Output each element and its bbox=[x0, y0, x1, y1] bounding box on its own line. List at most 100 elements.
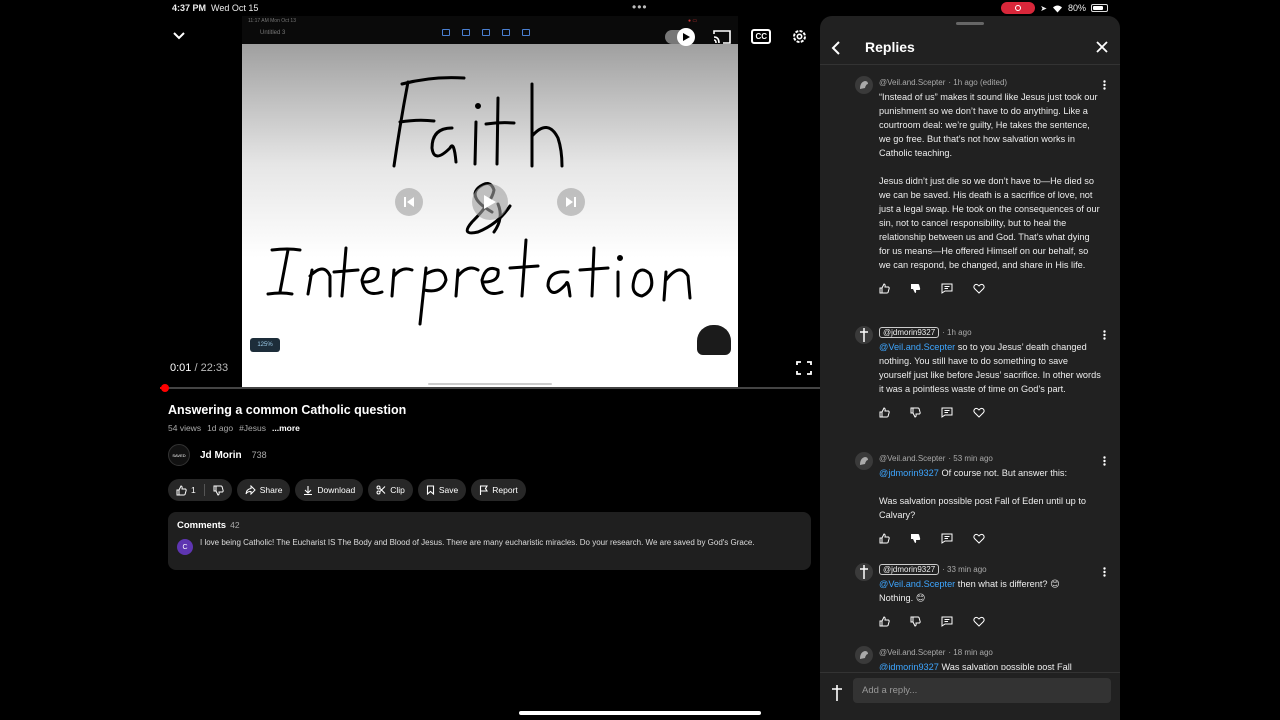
reply-avatar-cross[interactable] bbox=[855, 563, 873, 581]
replies-header: Replies bbox=[820, 34, 1120, 64]
recorded-indicator: ● ▭ bbox=[688, 18, 698, 24]
reply-time: · 18 min ago bbox=[948, 647, 993, 657]
status-bar: 4:37 PM Wed Oct 15 ••• ➤ 80% bbox=[0, 0, 1280, 16]
download-button[interactable]: Download bbox=[295, 479, 364, 501]
heart-icon[interactable] bbox=[973, 616, 985, 627]
close-icon bbox=[1096, 41, 1108, 53]
settings-gear-icon[interactable] bbox=[791, 28, 808, 45]
previous-button[interactable] bbox=[395, 188, 423, 216]
channel-name[interactable]: Jd Morin bbox=[200, 450, 242, 461]
thumbs-down-filled-icon[interactable] bbox=[910, 283, 921, 294]
reply-input[interactable] bbox=[853, 678, 1111, 703]
top-comment[interactable]: C I love being Catholic! The Eucharist I… bbox=[177, 536, 802, 555]
reply-avatar-cross[interactable] bbox=[855, 326, 873, 344]
mention-link[interactable]: @Veil.and.Scepter bbox=[879, 342, 955, 352]
channel-avatar[interactable]: SAVED bbox=[168, 444, 190, 466]
screen-recording-icon[interactable] bbox=[1001, 2, 1036, 14]
thumbs-down-icon[interactable] bbox=[910, 407, 921, 418]
video-player[interactable]: 11:17 AM Mon Oct 13 ● ▭ Untitled 3 125% … bbox=[160, 16, 820, 392]
reply-author[interactable]: @jdmorin9327 bbox=[879, 563, 940, 575]
video-meta[interactable]: 54 views 1d ago #Jesus ...more bbox=[168, 423, 300, 433]
thumbs-up-icon[interactable] bbox=[879, 532, 890, 544]
reply-list[interactable]: @Veil.and.Scepter · 1h ago (edited) “Inst… bbox=[820, 72, 1120, 670]
thumbs-up-icon[interactable] bbox=[879, 406, 890, 418]
reply-meta: @Veil.and.Scepter · 18 min ago bbox=[879, 646, 1110, 658]
heart-icon[interactable] bbox=[973, 283, 985, 294]
reply-actions bbox=[879, 531, 1110, 545]
more-options-icon[interactable] bbox=[1103, 567, 1106, 577]
action-row: 1 Share Download Clip Save Report bbox=[168, 479, 526, 501]
video-title: Answering a common Catholic question bbox=[168, 403, 407, 417]
my-avatar-cross-icon bbox=[832, 685, 842, 701]
play-icon bbox=[484, 195, 496, 209]
thumbs-up-icon[interactable] bbox=[176, 484, 187, 496]
heart-icon[interactable] bbox=[973, 407, 985, 418]
close-button[interactable] bbox=[1096, 40, 1108, 58]
like-dislike-button[interactable]: 1 bbox=[168, 479, 232, 501]
reply-author[interactable]: @Veil.and.Scepter bbox=[879, 78, 945, 87]
reply-item: @Veil.and.Scepter · 1h ago (edited) “Inst… bbox=[820, 72, 1120, 322]
autoplay-toggle[interactable] bbox=[665, 27, 696, 46]
thumbs-down-icon[interactable] bbox=[213, 485, 224, 496]
mention-link[interactable]: @Veil.and.Scepter bbox=[879, 579, 955, 589]
reply-avatar-bird[interactable] bbox=[855, 452, 873, 470]
reply-actions bbox=[879, 614, 1110, 628]
reply-text: @Veil.and.Scepter so to you Jesus’ death… bbox=[879, 342, 1101, 394]
recorded-pencil-button bbox=[697, 325, 731, 355]
replies-title: Replies bbox=[865, 39, 915, 55]
progress-bar[interactable] bbox=[160, 384, 820, 392]
drag-handle[interactable] bbox=[956, 22, 984, 25]
reply-time: · 33 min ago bbox=[942, 564, 987, 574]
multitasking-dots-icon[interactable]: ••• bbox=[632, 0, 648, 14]
reply-comment-icon[interactable] bbox=[941, 533, 953, 544]
next-button[interactable] bbox=[557, 188, 585, 216]
cast-icon[interactable] bbox=[713, 29, 732, 44]
reply-text: @jdmorin9327 Of course not. But answer t… bbox=[879, 468, 1087, 520]
captions-button[interactable]: CC bbox=[751, 29, 771, 44]
home-indicator[interactable] bbox=[519, 711, 761, 715]
thumbs-up-icon[interactable] bbox=[879, 282, 890, 294]
reply-avatar-bird[interactable] bbox=[855, 76, 873, 94]
reply-comment-icon[interactable] bbox=[941, 407, 953, 418]
recorded-app-topbar: 11:17 AM Mon Oct 13 ● ▭ Untitled 3 bbox=[242, 16, 738, 44]
clip-button[interactable]: Clip bbox=[368, 479, 413, 501]
like-count: 1 bbox=[191, 485, 196, 495]
scissors-icon bbox=[376, 485, 386, 495]
mention-link[interactable]: @jdmorin9327 bbox=[879, 662, 939, 670]
reply-author[interactable]: @Veil.and.Scepter bbox=[879, 648, 945, 657]
more-link[interactable]: ...more bbox=[272, 423, 300, 433]
mention-link[interactable]: @jdmorin9327 bbox=[879, 468, 939, 478]
comments-preview[interactable]: Comments 42 C I love being Catholic! The … bbox=[168, 512, 811, 570]
reply-text: @Veil.and.Scepter then what is different… bbox=[879, 579, 1060, 603]
zoom-indicator: 125% bbox=[250, 338, 280, 352]
save-button[interactable]: Save bbox=[417, 479, 467, 501]
status-time: 4:37 PM Wed Oct 15 bbox=[172, 3, 259, 13]
reply-time: · 1h ago bbox=[942, 327, 972, 337]
hashtag-link[interactable]: #Jesus bbox=[239, 423, 266, 433]
reply-comment-icon[interactable] bbox=[941, 283, 953, 294]
thumbs-down-icon[interactable] bbox=[910, 616, 921, 627]
reply-author[interactable]: @Veil.and.Scepter bbox=[879, 454, 945, 463]
report-button[interactable]: Report bbox=[471, 479, 526, 501]
thumbs-up-icon[interactable] bbox=[879, 615, 890, 627]
scrubber-handle[interactable] bbox=[161, 384, 169, 392]
share-button[interactable]: Share bbox=[236, 479, 291, 501]
more-options-icon[interactable] bbox=[1103, 80, 1106, 90]
reply-comment-icon[interactable] bbox=[941, 616, 953, 627]
heart-icon[interactable] bbox=[973, 533, 985, 544]
more-options-icon[interactable] bbox=[1103, 330, 1106, 340]
reply-avatar-bird[interactable] bbox=[855, 646, 873, 664]
more-options-icon[interactable] bbox=[1103, 456, 1106, 466]
reply-text: @jdmorin9327 Was salvation possible post… bbox=[879, 662, 1072, 670]
fullscreen-button[interactable] bbox=[796, 361, 812, 380]
comments-header: Comments 42 bbox=[177, 520, 240, 531]
play-button[interactable] bbox=[472, 184, 508, 220]
thumbs-down-filled-icon[interactable] bbox=[910, 533, 921, 544]
reply-item: @Veil.and.Scepter · 53 min ago @jdmorin93… bbox=[820, 448, 1120, 559]
reply-author[interactable]: @jdmorin9327 bbox=[879, 326, 940, 338]
comment-text: I love being Catholic! The Eucharist IS … bbox=[200, 538, 755, 547]
minimize-button[interactable] bbox=[172, 28, 186, 46]
channel-row[interactable]: SAVED Jd Morin 738 bbox=[168, 444, 267, 466]
back-button[interactable] bbox=[830, 40, 842, 61]
reply-meta: @Veil.and.Scepter · 53 min ago bbox=[879, 452, 1110, 464]
